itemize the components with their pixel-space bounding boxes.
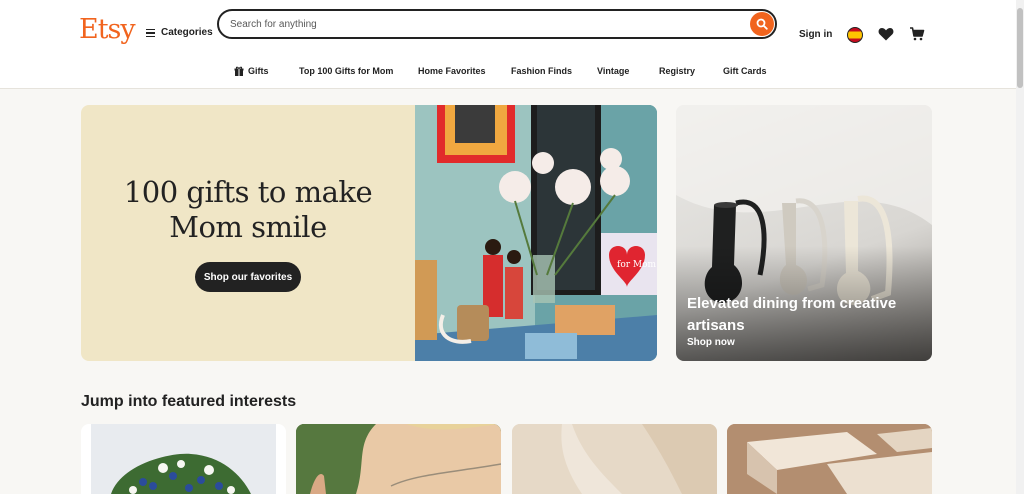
- mom-card-text: for Mom: [617, 260, 657, 270]
- etsy-logo[interactable]: Etsy: [79, 14, 136, 45]
- hamburger-menu-icon: [146, 28, 155, 37]
- necklace-image: [296, 424, 501, 494]
- hero-banner[interactable]: 100 gifts to make Mom smile Shop our fav…: [81, 105, 657, 361]
- hero-text-panel: 100 gifts to make Mom smile Shop our fav…: [81, 105, 415, 361]
- shop-now-link[interactable]: Shop now: [687, 337, 735, 348]
- featured-interests-title: Jump into featured interests: [81, 393, 297, 410]
- subnav-gifts[interactable]: Gifts: [234, 66, 269, 76]
- side-promo-banner[interactable]: Elevated dining from creative artisans S…: [676, 105, 932, 361]
- categories-label: Categories: [161, 27, 213, 38]
- shop-our-favorites-button[interactable]: Shop our favorites: [195, 262, 301, 292]
- wreath-image: [91, 424, 276, 494]
- sign-in-link[interactable]: Sign in: [799, 29, 832, 40]
- category-subnav: Gifts Top 100 Gifts for Mom Home Favorit…: [0, 66, 1016, 82]
- subnav-registry[interactable]: Registry: [659, 66, 695, 76]
- interest-card-1[interactable]: [81, 424, 286, 494]
- search-input[interactable]: [230, 16, 730, 32]
- hero-image: for Mom: [415, 105, 657, 361]
- interest-card-3[interactable]: [512, 424, 717, 494]
- gift-icon: [234, 66, 244, 76]
- subnav-vintage[interactable]: Vintage: [597, 66, 629, 76]
- soap-bars-image: [727, 424, 932, 494]
- subnav-fashion-finds[interactable]: Fashion Finds: [511, 66, 572, 76]
- site-header: Etsy Categories Sign in: [0, 0, 1016, 89]
- interest-card-2[interactable]: [296, 424, 501, 494]
- side-banner-title: Elevated dining from creative artisans: [687, 295, 897, 334]
- subnav-home-favorites[interactable]: Home Favorites: [418, 66, 486, 76]
- language-flag-icon[interactable]: [847, 27, 863, 43]
- favorites-heart-icon[interactable]: [878, 27, 894, 46]
- search-icon: [756, 18, 768, 30]
- hero-title: 100 gifts to make Mom smile: [81, 175, 415, 245]
- categories-button[interactable]: Categories: [146, 27, 213, 38]
- hero-title-line-1: 100 gifts to make: [123, 175, 373, 209]
- subnav-gifts-label: Gifts: [248, 66, 269, 76]
- scrollbar-thumb[interactable]: [1017, 8, 1023, 88]
- fabric-image: [512, 424, 717, 494]
- search-button[interactable]: [750, 12, 774, 36]
- shopping-cart-icon[interactable]: [909, 26, 925, 47]
- interest-card-4[interactable]: [727, 424, 932, 494]
- subnav-top-100-gifts[interactable]: Top 100 Gifts for Mom: [299, 66, 393, 76]
- page-scrollbar[interactable]: [1016, 0, 1024, 494]
- hero-title-line-2: Mom smile: [169, 210, 327, 244]
- search-bar: [217, 9, 777, 39]
- subnav-gift-cards[interactable]: Gift Cards: [723, 66, 767, 76]
